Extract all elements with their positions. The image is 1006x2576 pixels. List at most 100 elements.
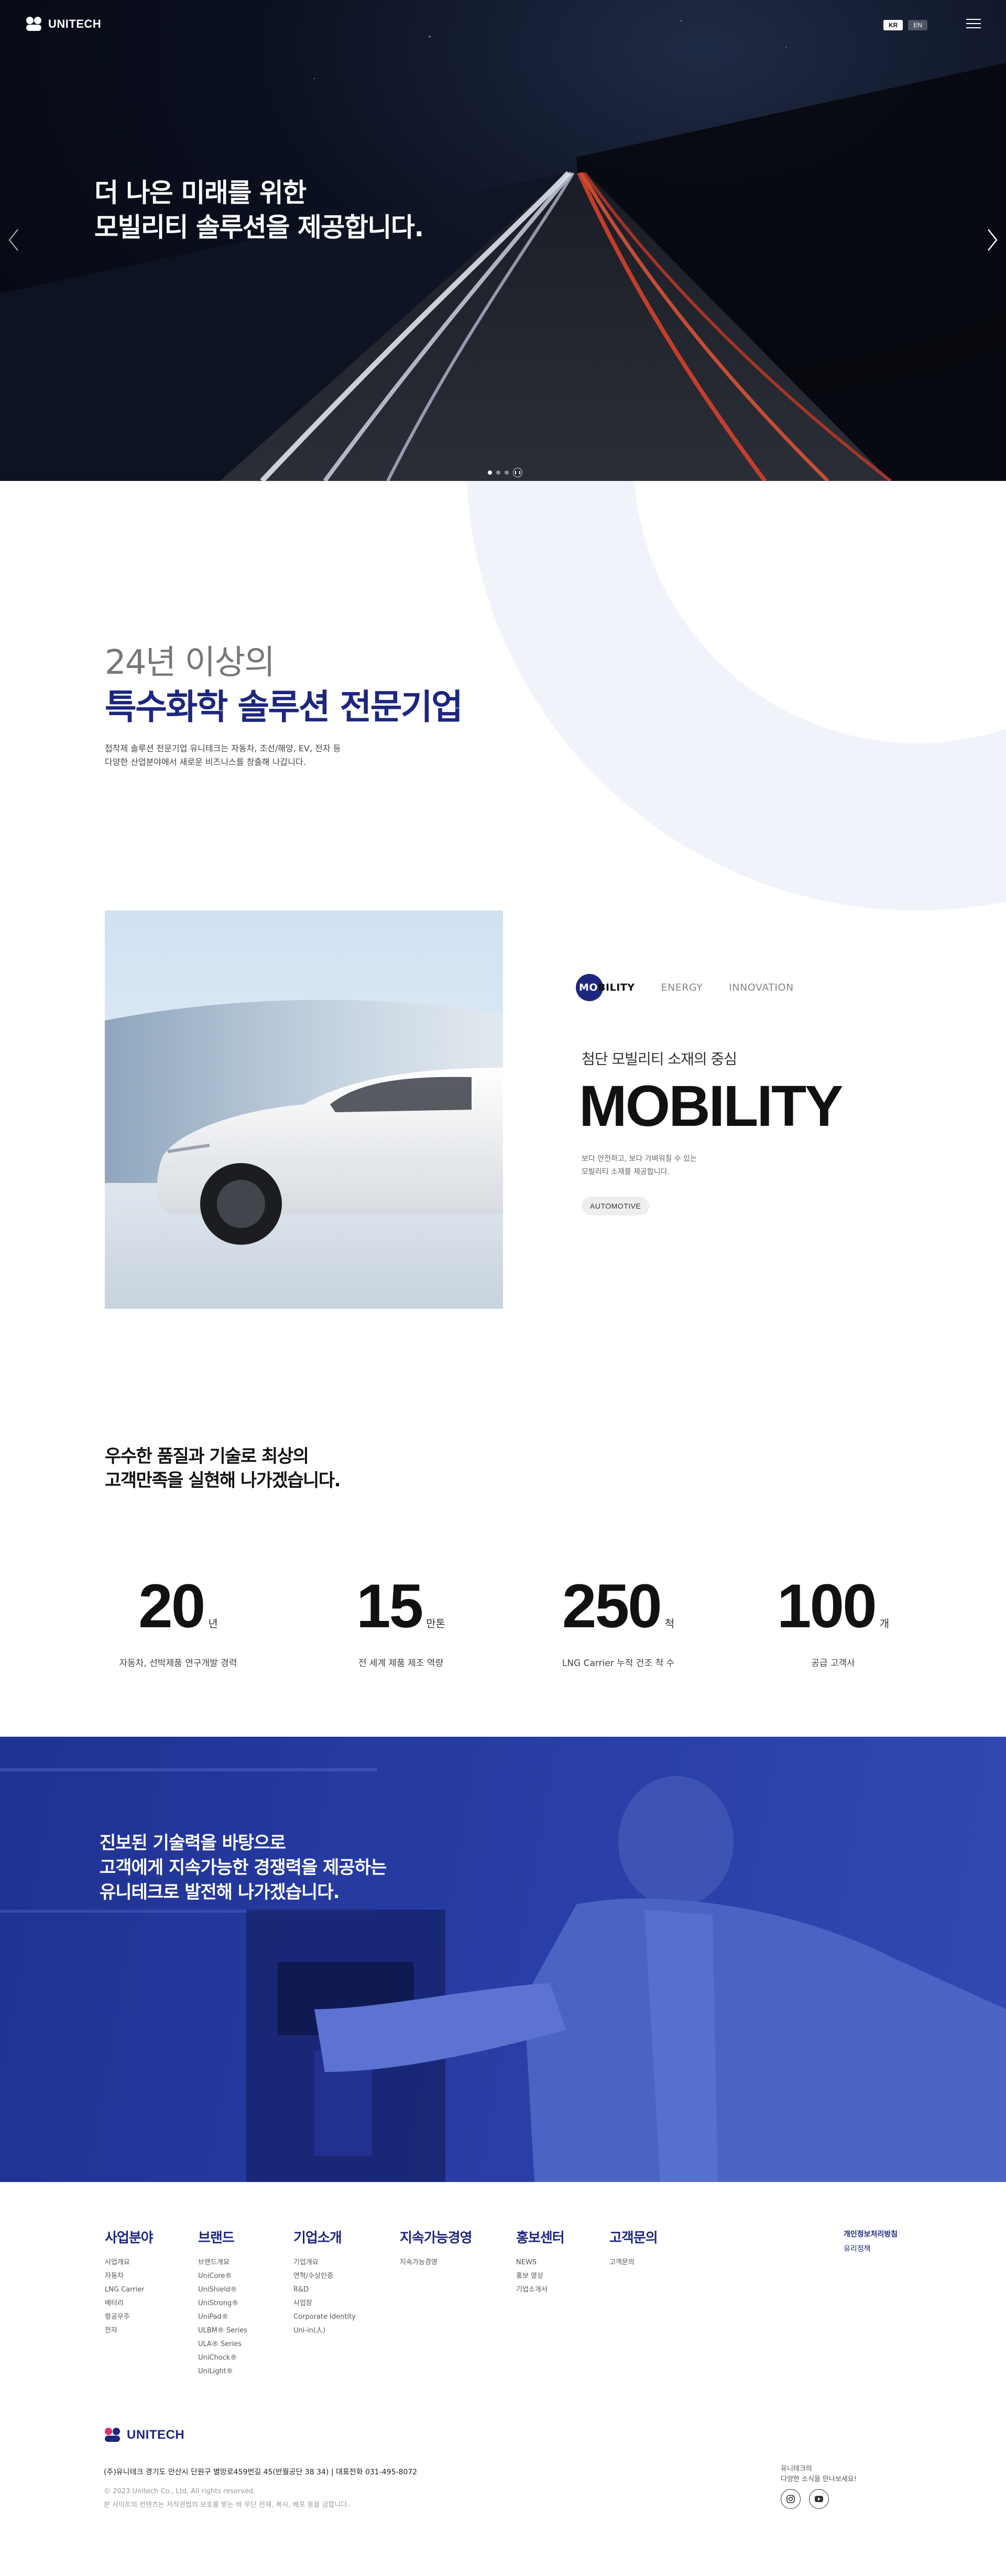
decorative-ring [466, 481, 1006, 911]
footer-link[interactable]: Corporate Identity [293, 2310, 356, 2324]
ethics-policy-link[interactable]: 유리정책 [844, 2242, 898, 2256]
business-desc-line2: 모빌리티 소재를 제공합니다. [582, 1167, 670, 1176]
lang-en-button[interactable]: EN [908, 20, 927, 30]
copyright-text: © 2023 Unitech Co., Ltd. All rights rese… [104, 2487, 256, 2495]
footer-link[interactable]: 전자 [105, 2324, 153, 2338]
lab-researcher-photo [0, 1737, 1006, 2182]
intro-section: 24년 이상의 특수화학 솔루션 전문기업 접착제 솔루션 전문기업 유니테크는… [0, 481, 1006, 911]
stats-headline: 우수한 품질과 기술로 최상의 고객만족을 실현해 나가겠습니다. [105, 1445, 341, 1493]
footer-col-title[interactable]: 사업분야 [105, 2227, 154, 2246]
business-desc-line1: 보다 안전하고, 보다 가벼워질 수 있는 [582, 1155, 697, 1163]
business-section: MOBILITY ENERGY INNOVATION 첨단 모빌리티 소재의 중… [0, 911, 1006, 1445]
hero-title: 더 나은 미래를 위한 모빌리티 솔루션을 제공합니다. [94, 176, 424, 245]
automotive-tag-button[interactable]: AUTOMOTIVE [582, 1197, 650, 1215]
footer-link[interactable]: 홍보 영상 [516, 2270, 564, 2283]
tab-mobility[interactable]: MOBILITY [576, 974, 635, 1001]
footer-link[interactable]: 기업소개서 [516, 2283, 564, 2297]
footer-link[interactable]: 자동차 [105, 2270, 153, 2283]
social-caption-line1: 유니테크의 [781, 2465, 812, 2473]
footer-col-title[interactable]: 고객문의 [609, 2227, 658, 2246]
business-kicker: 첨단 모빌리티 소재의 중심 [582, 1050, 737, 1068]
instagram-icon[interactable] [781, 2489, 801, 2509]
footer-link[interactable]: R&D [293, 2283, 356, 2297]
footer-link[interactable]: UniCore® [198, 2270, 247, 2283]
footer-link[interactable]: 사업개요 [105, 2256, 153, 2270]
stats-headline-line1: 우수한 품질과 기술로 최상의 [105, 1446, 309, 1467]
footer-copyright: © 2023 Unitech Co., Ltd. All rights rese… [104, 2485, 349, 2512]
hamburger-menu-icon[interactable] [966, 19, 981, 29]
footer-link[interactable]: LNG Carrier [105, 2283, 153, 2297]
footer-link[interactable]: 브랜드개요 [198, 2256, 247, 2270]
intro-subtitle: 24년 이상의 [105, 643, 275, 682]
youtube-icon[interactable] [809, 2489, 829, 2509]
footer-col-title[interactable]: 기업소개 [293, 2227, 356, 2246]
footer-link[interactable]: Uni-in(人) [293, 2324, 356, 2338]
footer-link[interactable]: 고객문의 [609, 2256, 658, 2270]
banner-statement: 진보된 기술력을 바탕으로 고객에게 지속가능한 경쟁력을 제공하는 유니테크로… [100, 1831, 387, 1905]
footer-link[interactable]: 항공우주 [105, 2310, 153, 2324]
footer-link[interactable]: UniChock® [198, 2351, 247, 2365]
footer-link[interactable]: ULA® Series [198, 2338, 247, 2351]
company-address: (주)유니테크 경기도 안산시 단원구 별망로459번길 45(반월공단 38 … [104, 2468, 418, 2476]
footer-link[interactable]: UniPad® [198, 2310, 247, 2324]
pause-icon[interactable] [513, 468, 522, 477]
footer-col-title[interactable]: 홍보센터 [516, 2227, 565, 2246]
copyright-notice: 본 사이트의 컨텐츠는 저작권법의 보호를 받는 바 무단 전재, 복사, 배포… [104, 2501, 349, 2509]
footer-link[interactable]: NEWS [516, 2256, 564, 2270]
intro-desc-line2: 다양한 산업분야에서 새로운 비즈니스를 창출해 나갑니다. [105, 757, 306, 767]
stats-section: 우수한 품질과 기술로 최상의 고객만족을 실현해 나가겠습니다. 20 년 자동… [0, 1445, 1006, 1737]
footer-link[interactable]: 사업장 [293, 2297, 356, 2310]
next-slide-chevron-icon[interactable] [983, 225, 1002, 255]
slide-dot-1[interactable] [488, 470, 492, 475]
footer-col-sustainability: 지속가능경영 지속가능경영 [400, 2227, 473, 2270]
stat-label: LNG Carrier 누적 건조 척 수 [562, 1658, 675, 1669]
stat-item: 250 척 LNG Carrier 누적 건조 척 수 [519, 1571, 718, 1669]
social-caption: 유니테크의 다양한 소식을 만나보세요! [781, 2464, 857, 2485]
stat-unit: 척 [664, 1617, 675, 1630]
footer-link[interactable]: 연혁/수상인증 [293, 2270, 356, 2283]
tab-mobility-rest: BILITY [598, 982, 635, 993]
stat-unit: 개 [879, 1617, 890, 1630]
footer-col-title[interactable]: 지속가능경영 [400, 2227, 473, 2246]
footer-link[interactable]: UniShield® [198, 2283, 247, 2297]
slide-pagination [488, 468, 522, 477]
slide-dot-3[interactable] [505, 470, 509, 475]
footer-link[interactable]: UniLight® [198, 2365, 247, 2378]
social-caption-line2: 다양한 소식을 만나보세요! [781, 2475, 857, 2483]
footer-col-business: 사업분야 사업개요 자동차 LNG Carrier 배터리 항공우주 전자 [105, 2227, 154, 2338]
intro-description: 접착제 솔루션 전문기업 유니테크는 자동차, 조선/해양, EV, 전자 등 … [105, 742, 341, 769]
unitech-logo-icon [25, 16, 44, 32]
banner-line2: 고객에게 지속가능한 경쟁력을 제공하는 [100, 1857, 387, 1878]
business-description: 보다 안전하고, 보다 가벼워질 수 있는 모빌리티 소재를 제공합니다. [582, 1153, 697, 1178]
footer-link[interactable]: 지속가능경영 [400, 2256, 472, 2270]
banner-line3: 유니테크로 발전해 나가겠습니다. [100, 1881, 340, 1903]
business-big-title: MOBILITY [579, 1074, 844, 1138]
tab-energy[interactable]: ENERGY [661, 982, 703, 993]
stat-unit: 만톤 [426, 1617, 446, 1630]
hero-section: UNITECH KR EN 더 나은 미래를 위한 모빌리티 솔루션을 제공합니… [0, 0, 1006, 481]
intro-desc-line1: 접착제 솔루션 전문기업 유니테크는 자동차, 조선/해양, EV, 전자 등 [105, 743, 341, 753]
stat-item: 100 개 공급 고객사 [734, 1571, 933, 1669]
logo-text: UNITECH [48, 17, 102, 30]
footer-col-title[interactable]: 브랜드 [198, 2227, 247, 2246]
lang-kr-button[interactable]: KR [883, 20, 903, 30]
unitech-logo-icon [104, 2427, 123, 2443]
stat-unit: 년 [208, 1617, 218, 1630]
footer-link[interactable]: 기업개요 [293, 2256, 356, 2270]
white-car-photo [105, 911, 503, 1309]
footer-link[interactable]: UniStrong® [198, 2297, 247, 2310]
footer-logo[interactable]: UNITECH [104, 2427, 184, 2443]
banner-line1: 진보된 기술력을 바탕으로 [100, 1833, 286, 1854]
slide-dot-2[interactable] [496, 470, 500, 475]
site-logo[interactable]: UNITECH [25, 16, 101, 32]
footer-col-brand: 브랜드 브랜드개요 UniCore® UniShield® UniStrong®… [198, 2227, 247, 2378]
tab-innovation[interactable]: INNOVATION [729, 982, 793, 993]
privacy-policy-link[interactable]: 개인정보처리방침 [844, 2227, 898, 2242]
prev-slide-chevron-icon[interactable] [4, 225, 23, 255]
site-header: UNITECH KR EN [0, 0, 1006, 50]
vision-banner: 진보된 기술력을 바탕으로 고객에게 지속가능한 경쟁력을 제공하는 유니테크로… [0, 1737, 1006, 2182]
social-links [781, 2489, 829, 2509]
footer-link[interactable]: ULBM® Series [198, 2324, 247, 2338]
footer-link[interactable]: 배터리 [105, 2297, 153, 2310]
language-switcher: KR EN [883, 20, 927, 30]
